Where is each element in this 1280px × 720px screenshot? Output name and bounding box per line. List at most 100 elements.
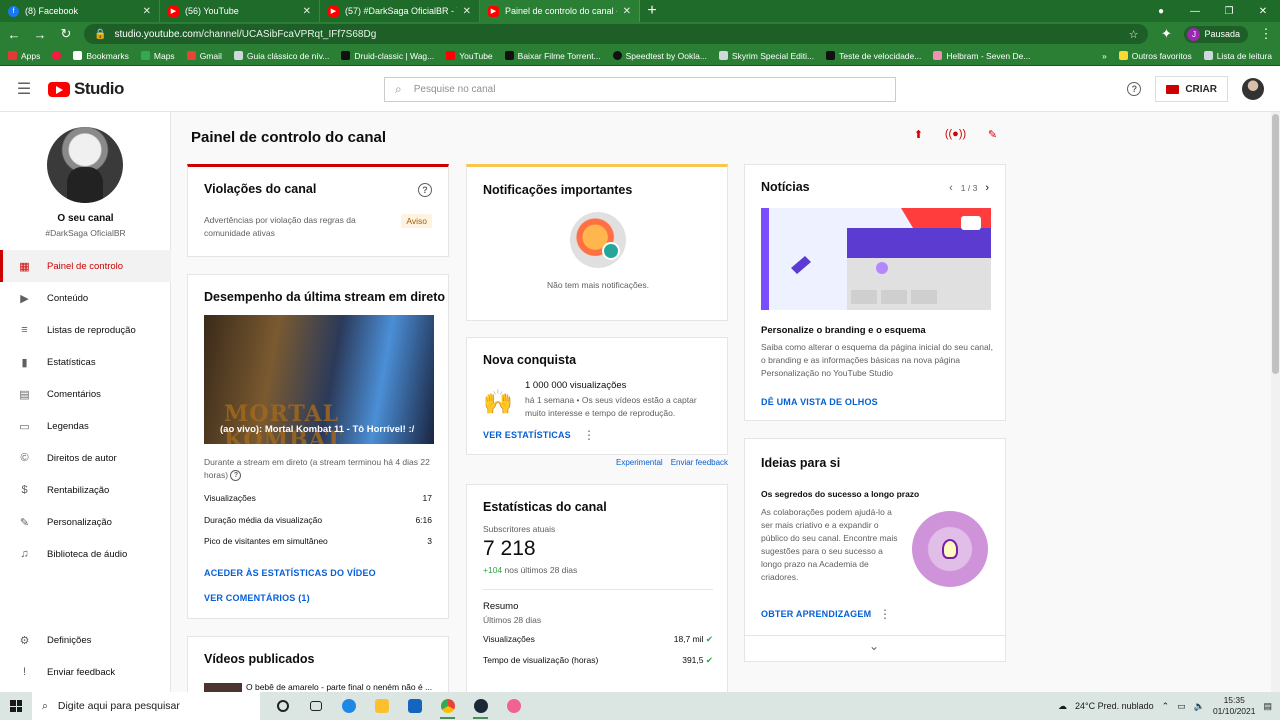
help-icon[interactable]: ? [1127,82,1142,96]
bookmark-star-icon[interactable]: ☆ [1129,28,1139,41]
sidebar-item-settings[interactable]: ⚙ Definições [0,624,171,656]
upload-icon[interactable]: ⬆ [906,124,931,144]
taskbar-search-input[interactable]: ⌕ Digite aqui para pesquisar [32,692,260,720]
studio-logo[interactable]: Studio [48,79,124,99]
tab-darksaga[interactable]: ▶ (57) #DarkSaga OficialBR - YouTu ✕ [320,0,480,22]
reading-list[interactable]: Lista de leitura [1203,51,1272,61]
bookmark-item[interactable]: Skyrim Special Editi... [718,51,814,61]
tab-search-icon[interactable]: ● [1144,6,1178,17]
sidebar-item-monetization[interactable]: $ Rentabilização [0,474,171,506]
page-scrollbar[interactable] [1271,112,1280,692]
tab-facebook[interactable]: f (8) Facebook ✕ [0,0,160,22]
create-post-icon[interactable]: ✎ [980,124,1005,144]
analytics-icon: ▮ [21,356,28,369]
clock[interactable]: 15:35 01/10/2021 [1213,695,1256,717]
tab-studio-dashboard[interactable]: ▶ Painel de controlo do canal - You ✕ [480,0,640,22]
more-options-icon[interactable]: ⋮ [879,607,891,621]
address-bar-row: ← → ↻ 🔒 studio.youtube.com/channel/UCASi… [0,22,1280,46]
ideas-desc: As colaborações podem ajudá-lo a ser mai… [761,507,898,582]
sidebar-item-playlists[interactable]: ≡ Listas de reprodução [0,314,171,346]
bookmark-item[interactable] [52,51,62,60]
chevron-right-icon[interactable]: › [985,182,989,194]
sidebar-item-feedback[interactable]: ! Enviar feedback [0,656,171,688]
extensions-icon[interactable]: ✦ [1158,26,1174,42]
view-comments-link[interactable]: VER COMENTÁRIOS (1) [204,593,310,603]
back-button[interactable]: ← [6,27,22,42]
sidebar-item-audio-library[interactable]: ♫ Biblioteca de áudio [0,538,171,570]
thumbnail-caption: (ao vivo): Mortal Kombat 11 - Tô Horríve… [220,424,415,435]
channel-search-input[interactable]: ⌕ Pesquise no canal [384,77,896,102]
bookmark-item[interactable]: Guia clássico de nív... [233,51,329,61]
news-link[interactable]: DÊ UMA VISTA DE OLHOS [761,397,878,407]
chevron-up-icon[interactable]: ⌃ [1162,701,1170,712]
minimize-button[interactable]: — [1178,6,1212,17]
bookmark-item[interactable]: Maps [140,51,175,61]
stream-thumbnail[interactable]: MORTAL KOMBAT (ao vivo): Mortal Kombat 1… [204,315,434,444]
chevron-down-icon[interactable]: ⌄ [869,639,879,653]
bookmarks-overflow[interactable]: » [1102,51,1107,61]
sidebar-item-copyright[interactable]: © Direitos de autor [0,442,171,474]
hamburger-menu-icon[interactable]: ☰ [0,79,48,99]
restore-button[interactable]: ❐ [1212,6,1246,17]
bookmark-item[interactable]: Helbram - Seven De... [933,51,1030,61]
chevron-left-icon[interactable]: ‹ [949,182,953,194]
network-icon[interactable]: ▭ [1177,701,1186,712]
close-icon[interactable]: ✕ [143,6,151,17]
close-icon[interactable]: ✕ [623,6,631,17]
sidebar-item-content[interactable]: ▶ Conteúdo [0,282,171,314]
profile-button[interactable]: J Pausada [1184,25,1248,43]
bookmark-item[interactable]: Apps [8,51,40,61]
sidebar-item-dashboard[interactable]: ▦ Painel de controlo [0,250,171,282]
bookmark-item[interactable]: Speedtest by Ookla... [612,51,707,61]
youtube-icon [446,51,456,60]
start-button[interactable] [0,692,32,720]
itunes-icon[interactable] [497,692,530,720]
bookmark-item[interactable]: Teste de velocidade... [826,51,921,61]
close-icon[interactable]: ✕ [303,6,311,17]
forward-button[interactable]: → [32,27,48,42]
steam-icon[interactable] [464,692,497,720]
sidebar-item-comments[interactable]: ▤ Comentários [0,378,171,410]
bookmark-item[interactable]: Baixar Filme Torrent... [504,51,601,61]
bookmark-item[interactable]: Gmail [186,51,222,61]
experimental-row: Experimental Enviar feedback [616,458,728,467]
volume-icon[interactable]: 🔈 [1194,701,1205,712]
view-video-stats-link[interactable]: ACEDER ÀS ESTATÍSTICAS DO VÍDEO [204,568,376,578]
tab-youtube[interactable]: ▶ (56) YouTube ✕ [160,0,320,22]
help-icon[interactable]: ? [418,183,432,197]
get-learning-link[interactable]: OBTER APRENDIZAGEM [761,609,871,619]
help-icon[interactable]: ? [230,470,242,482]
content-icon: ▶ [20,292,29,305]
more-options-icon[interactable]: ⋮ [583,428,595,442]
channel-avatar[interactable] [47,127,123,203]
sidebar-item-analytics[interactable]: ▮ Estatísticas [0,346,171,378]
sidebar-item-customization[interactable]: ✎ Personalização [0,506,171,538]
bookmark-item[interactable]: YouTube [446,51,493,61]
menu-icon[interactable]: ⋮ [1258,26,1274,42]
file-explorer-icon[interactable] [365,692,398,720]
go-live-icon[interactable]: ((●)) [943,124,968,144]
channel-handle: #DarkSaga OficialBR [45,228,126,238]
account-avatar[interactable] [1242,78,1264,100]
task-view-icon[interactable] [299,692,332,720]
scrollbar-thumb[interactable] [1272,114,1279,374]
bookmark-item[interactable]: Bookmarks [73,51,129,61]
close-window-button[interactable]: ✕ [1246,6,1280,17]
weather-text[interactable]: 24°C Pred. nublado [1075,701,1154,711]
sidebar-item-subtitles[interactable]: ▭ Legendas [0,410,171,442]
reload-button[interactable]: ↻ [58,26,74,42]
chrome-icon[interactable] [431,692,464,720]
close-icon[interactable]: ✕ [463,6,471,17]
mail-icon[interactable] [398,692,431,720]
new-tab-button[interactable]: + [640,0,664,22]
view-stats-link[interactable]: VER ESTATÍSTICAS [483,430,571,440]
other-bookmarks[interactable]: Outros favoritos [1118,51,1192,61]
omnibox[interactable]: 🔒 studio.youtube.com/channel/UCASibFcaVP… [84,24,1149,44]
bookmark-item[interactable]: Druid-classic | Wag... [341,51,434,61]
reading-list-icon [1203,51,1213,60]
send-feedback-link[interactable]: Enviar feedback [671,458,728,467]
edge-icon[interactable] [332,692,365,720]
cortana-icon[interactable] [266,692,299,720]
notifications-icon[interactable]: ▤ [1263,701,1272,712]
create-button[interactable]: CRIAR [1155,76,1228,102]
